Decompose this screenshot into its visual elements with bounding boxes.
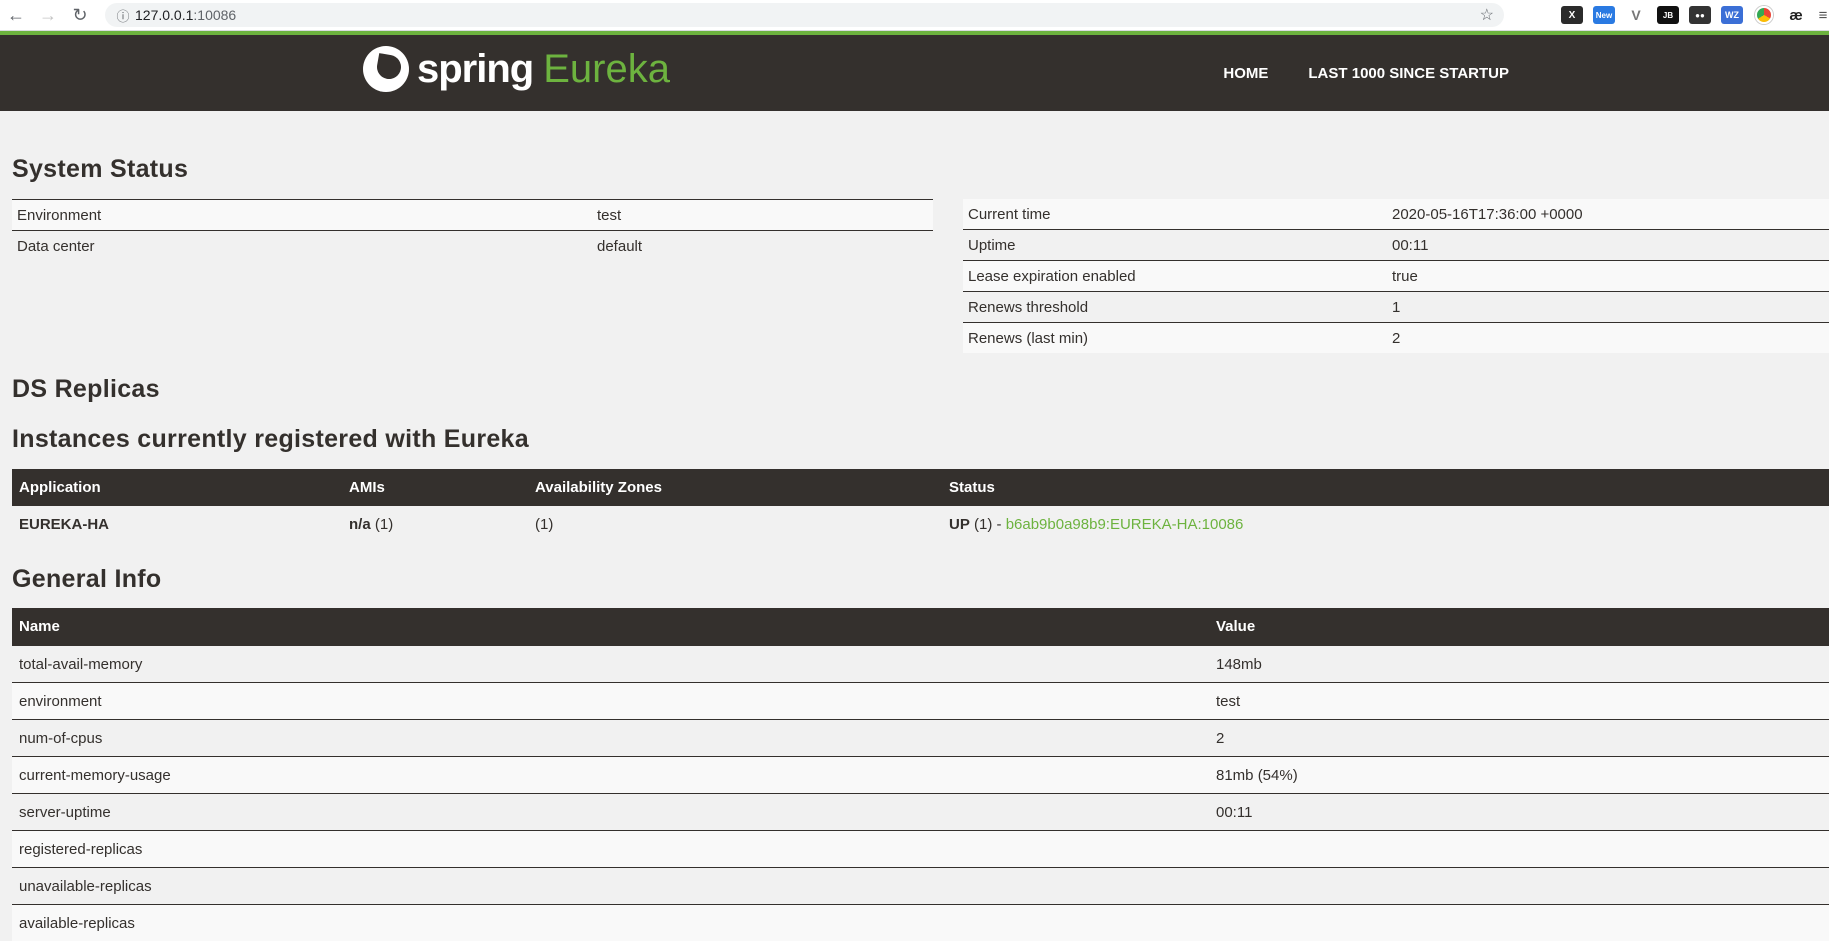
uptime-value: 00:11 [1387,230,1829,261]
current-time-value: 2020-05-16T17:36:00 +0000 [1387,199,1829,230]
lease-key: Lease expiration enabled [963,261,1387,292]
uptime-key: Uptime [963,230,1387,261]
info-value [1209,868,1829,905]
general-info-heading: General Info [12,565,161,594]
table-row: EUREKA-HA n/a (1) (1) UP (1) - b6ab9b0a9… [12,506,1829,542]
table-row: total-avail-memory 148mb [12,646,1829,683]
table-row: Current time 2020-05-16T17:36:00 +0000 [963,199,1829,230]
info-value: 2 [1209,720,1829,757]
ds-replicas-heading: DS Replicas [12,375,160,404]
col-status: Status [942,469,1829,506]
address-bar[interactable]: ⓘ 127.0.0.1:10086 ☆ [105,3,1504,27]
renews-threshold-key: Renews threshold [963,292,1387,323]
datacenter-key: Data center [12,231,592,262]
renews-last-min-key: Renews (last min) [963,323,1387,354]
logo-spring-text: spring [417,47,533,92]
bookmark-star-icon[interactable]: ☆ [1480,5,1494,25]
system-status-left-table: Environment test Data center default [12,199,933,261]
info-name: registered-replicas [12,831,1209,868]
table-row: Renews (last min) 2 [963,323,1829,354]
col-value: Value [1209,608,1829,646]
table-row: num-of-cpus 2 [12,720,1829,757]
table-row: Data center default [12,231,933,262]
browser-toolbar: ← → ↻ ⓘ 127.0.0.1:10086 ☆ X New V JB ●● … [0,0,1829,31]
table-header-row: Application AMIs Availability Zones Stat… [12,469,1829,506]
forward-arrow-icon[interactable]: → [32,0,64,30]
table-row: registered-replicas [12,831,1829,868]
info-name: total-avail-memory [12,646,1209,683]
app-name: EUREKA-HA [19,516,109,533]
table-row: available-replicas [12,905,1829,941]
info-value: test [1209,683,1829,720]
reload-icon[interactable]: ↻ [64,0,96,30]
spring-leaf-icon [363,46,409,92]
col-name: Name [12,608,1209,646]
instance-link[interactable]: b6ab9b0a98b9:EUREKA-HA:10086 [1006,516,1244,533]
ae-extension-icon[interactable]: æ [1785,6,1807,24]
col-amis: AMIs [342,469,528,506]
instances-table: Application AMIs Availability Zones Stat… [12,469,1829,542]
info-value: 81mb (54%) [1209,757,1829,794]
table-header-row: Name Value [12,608,1829,646]
zones-cell: (1) [528,506,942,542]
status-cell: UP (1) - b6ab9b0a98b9:EUREKA-HA:10086 [942,506,1829,542]
spring-eureka-logo[interactable]: spring Eureka [363,46,670,92]
glasses-extension-icon[interactable]: ●● [1689,6,1711,24]
datacenter-value: default [592,231,933,262]
instances-heading: Instances currently registered with Eure… [12,425,529,454]
renews-last-min-value: 2 [1387,323,1829,354]
col-application: Application [12,469,342,506]
site-header: spring Eureka HOME LAST 1000 SINCE START… [0,35,1829,111]
status-count: (1) - [970,516,1006,533]
table-row: environment test [12,683,1829,720]
lease-value: true [1387,261,1829,292]
info-value [1209,905,1829,941]
app-name-cell: EUREKA-HA [12,506,342,542]
info-name: server-uptime [12,794,1209,831]
system-status-heading: System Status [12,155,188,184]
info-name: num-of-cpus [12,720,1209,757]
current-time-key: Current time [963,199,1387,230]
wz-extension-icon[interactable]: WZ [1721,6,1743,24]
url-port: :10086 [193,7,236,23]
info-name: environment [12,683,1209,720]
site-info-icon[interactable]: ⓘ [111,6,135,25]
table-row: Environment test [12,200,933,231]
jb-extension-icon[interactable]: JB [1657,6,1679,24]
env-value: test [592,200,933,231]
info-value: 00:11 [1209,794,1829,831]
nav-home-link[interactable]: HOME [1223,65,1268,82]
info-value [1209,831,1829,868]
env-key: Environment [12,200,592,231]
v-extension-icon[interactable]: V [1625,6,1647,24]
system-status-right-table: Current time 2020-05-16T17:36:00 +0000 U… [963,199,1829,353]
table-row: Renews threshold 1 [963,292,1829,323]
nav-last1000-link[interactable]: LAST 1000 SINCE STARTUP [1308,65,1509,82]
status-value: UP [949,516,970,533]
top-navigation: HOME LAST 1000 SINCE STARTUP [1183,35,1509,111]
chrome-extension-icon[interactable] [1753,6,1775,24]
info-name: available-replicas [12,905,1209,941]
amis-count: (1) [371,516,394,533]
table-row: Uptime 00:11 [963,230,1829,261]
back-arrow-icon[interactable]: ← [0,0,32,30]
url-host: 127.0.0.1 [135,7,193,23]
col-zones: Availability Zones [528,469,942,506]
x-extension-icon[interactable]: X [1561,6,1583,24]
table-row: unavailable-replicas [12,868,1829,905]
menu-icon[interactable]: ≡ [1817,6,1829,24]
table-row: server-uptime 00:11 [12,794,1829,831]
amis-value: n/a [349,516,371,533]
new-extension-icon[interactable]: New [1593,6,1615,24]
table-row: current-memory-usage 81mb (54%) [12,757,1829,794]
logo-eureka-text: Eureka [543,47,670,92]
info-name: unavailable-replicas [12,868,1209,905]
renews-threshold-value: 1 [1387,292,1829,323]
extensions-bar: X New V JB ●● WZ æ ≡ [1551,0,1829,30]
general-info-table: Name Value total-avail-memory 148mb envi… [12,608,1829,941]
info-value: 148mb [1209,646,1829,683]
table-row: Lease expiration enabled true [963,261,1829,292]
info-name: current-memory-usage [12,757,1209,794]
amis-cell: n/a (1) [342,506,528,542]
